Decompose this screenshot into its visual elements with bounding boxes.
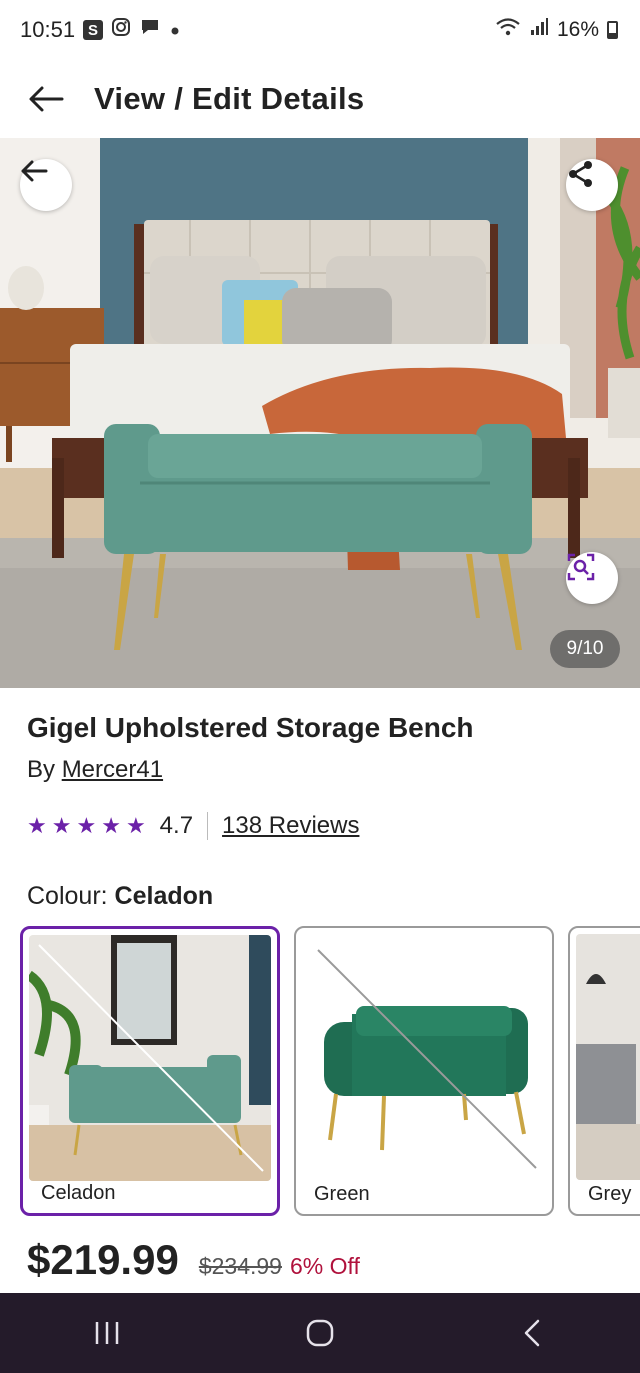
- battery-percent: 16%: [556, 18, 599, 41]
- back-button[interactable]: [26, 79, 66, 119]
- star-icon: ★: [51, 813, 72, 838]
- chevron-left-icon: [525, 1319, 540, 1347]
- gallery-back-button[interactable]: [20, 159, 72, 211]
- swatch-grey-image: [576, 934, 640, 1180]
- product-image-gallery[interactable]: 9/10: [0, 138, 640, 688]
- recent-apps-button[interactable]: [77, 1303, 137, 1363]
- share-button[interactable]: [566, 159, 618, 211]
- swatch-green-image: [302, 934, 546, 1180]
- swatch-label: Green: [314, 1183, 370, 1205]
- star-rating: ★ ★ ★ ★ ★: [27, 813, 146, 839]
- swatch-green[interactable]: Green: [294, 926, 554, 1216]
- colour-swatches: Celadon Green Grey: [20, 926, 640, 1218]
- star-icon: ★: [27, 813, 47, 838]
- image-counter: 9/10: [550, 630, 620, 668]
- by-prefix: By: [27, 756, 56, 783]
- page-title: View / Edit Details: [94, 81, 365, 116]
- swatch-celadon-image: [29, 935, 271, 1181]
- product-title: Gigel Upholstered Storage Bench: [27, 712, 474, 743]
- discount-label: 6% Off: [289, 1253, 360, 1279]
- product-photo: [0, 138, 640, 688]
- swatch-label: Grey: [588, 1183, 632, 1205]
- rating-row: ★ ★ ★ ★ ★ 4.7 138 Reviews: [27, 812, 359, 840]
- colour-value: Celadon: [114, 882, 214, 910]
- wifi-icon: [495, 17, 521, 43]
- star-icon: ★: [125, 813, 146, 838]
- divider: [207, 812, 209, 840]
- home-button[interactable]: [290, 1303, 350, 1363]
- brand-link[interactable]: Mercer41: [62, 756, 163, 783]
- status-right: 16%: [495, 17, 618, 43]
- signal-icon: [529, 17, 549, 43]
- colour-label: Colour:: [27, 882, 108, 910]
- home-icon: [306, 1319, 334, 1347]
- swatch-celadon[interactable]: Celadon: [20, 926, 280, 1216]
- swatch-grey[interactable]: Grey: [568, 926, 640, 1216]
- status-time: 10:51: [20, 17, 76, 42]
- reviews-link[interactable]: 138 Reviews: [222, 812, 359, 840]
- chat-icon: [139, 17, 161, 43]
- visual-search-button[interactable]: [566, 552, 618, 604]
- instagram-icon: [111, 17, 131, 43]
- share-icon: [569, 161, 592, 187]
- star-icon: ★: [76, 813, 97, 838]
- app-header: View / Edit Details: [0, 60, 640, 138]
- colour-row: Colour: Celadon: [27, 882, 213, 911]
- current-price: $219.99: [27, 1236, 179, 1283]
- original-price: $234.99: [198, 1253, 282, 1279]
- status-bar: 10:51 S 16%: [0, 0, 640, 60]
- status-left: 10:51 S: [20, 17, 181, 43]
- s-app-icon: S: [83, 20, 104, 40]
- visual-search-icon: [567, 553, 595, 581]
- system-back-button[interactable]: [503, 1303, 563, 1363]
- arrow-left-icon: [29, 86, 64, 112]
- arrow-left-icon: [21, 160, 48, 182]
- battery-icon: [607, 21, 618, 39]
- brand-line: By Mercer41: [27, 756, 163, 784]
- dot-icon: [169, 17, 181, 43]
- swatch-label: Celadon: [41, 1182, 116, 1204]
- star-icon: ★: [101, 813, 121, 838]
- price-row: $219.99 $234.99 6% Off: [27, 1236, 360, 1284]
- rating-value: 4.7: [159, 812, 194, 839]
- recent-apps-icon: [95, 1322, 118, 1344]
- system-nav-bar: [0, 1293, 640, 1373]
